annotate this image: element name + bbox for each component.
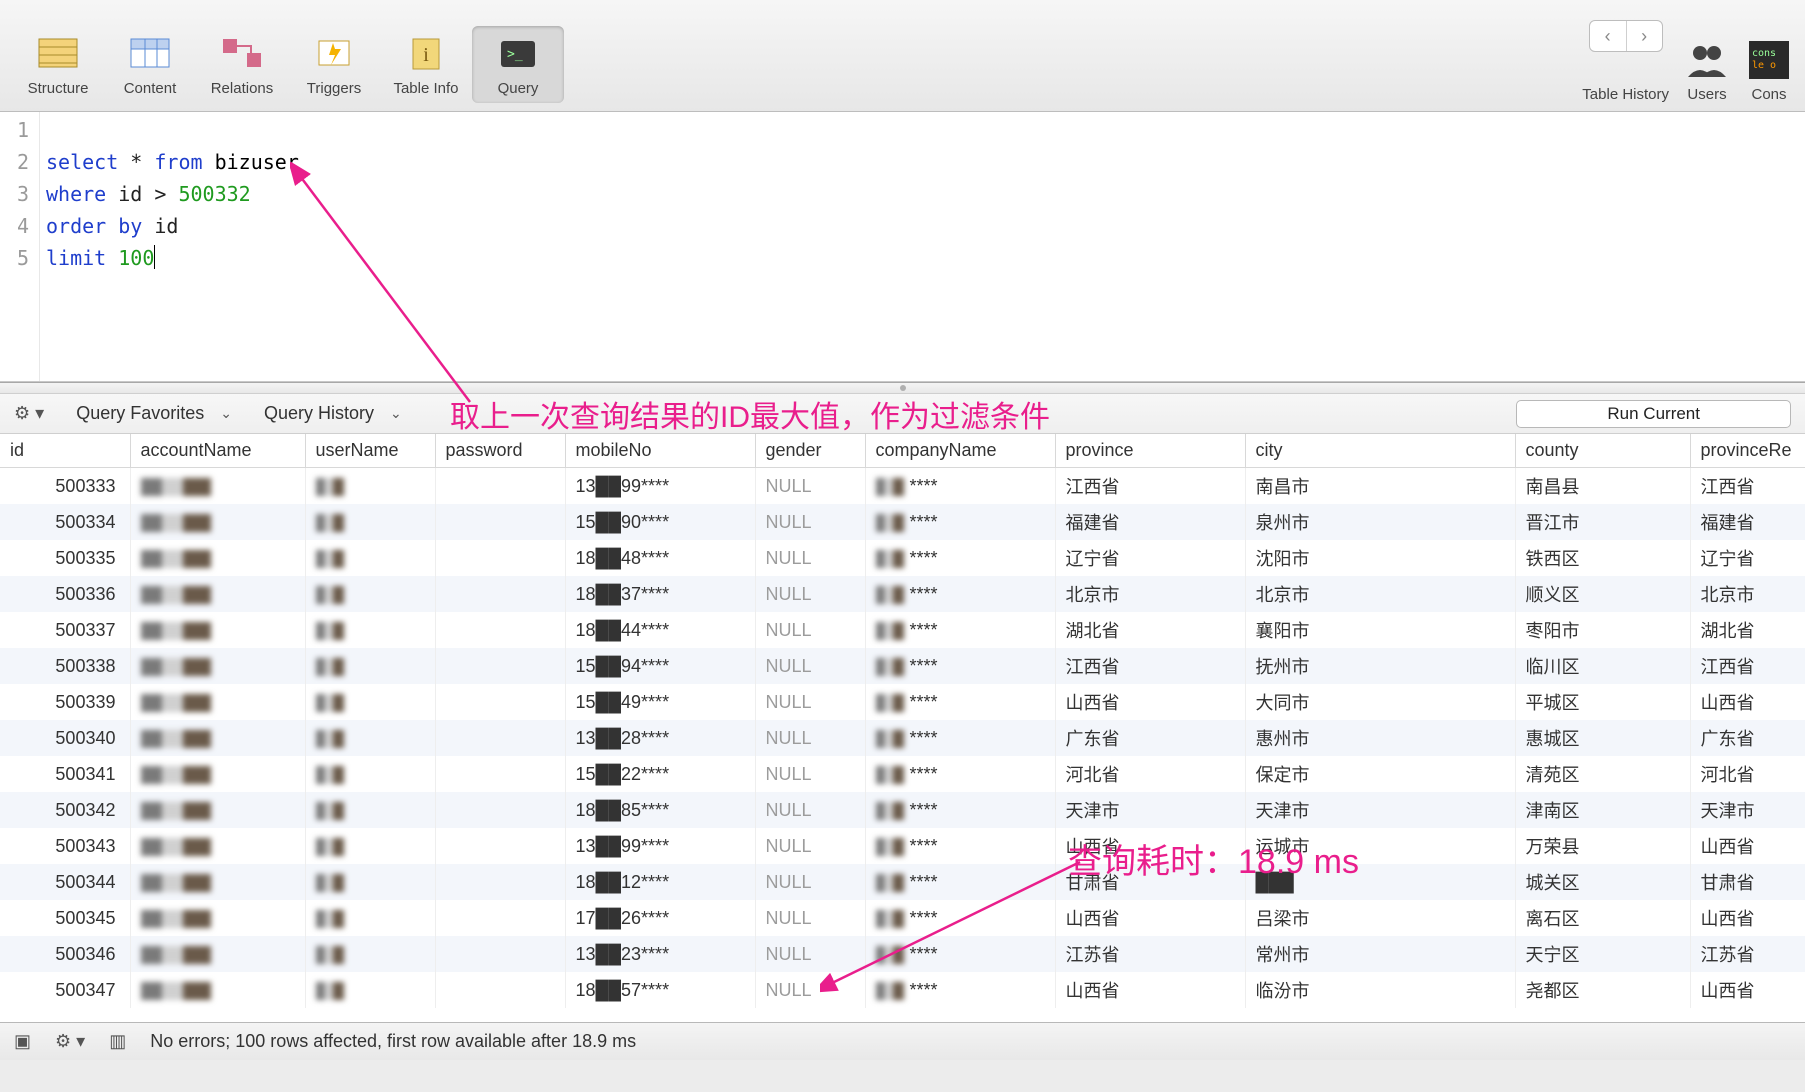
users-icon [1683, 40, 1731, 80]
nav-back-icon[interactable]: ‹ [1590, 21, 1626, 51]
svg-text:cons: cons [1752, 48, 1776, 59]
tab-label: Structure [28, 80, 89, 97]
col-province[interactable]: province [1055, 434, 1245, 468]
table-row[interactable]: 50033313██99****NULL****江西省南昌市南昌县江西省 [0, 468, 1805, 505]
annotation-arrow-1 [290, 162, 490, 422]
query-icon: >_ [495, 32, 541, 74]
line-num: 1 [0, 114, 29, 146]
kw-from: from [154, 150, 202, 174]
annotation-text-2: 查询耗时：18.9 ms [1068, 834, 1359, 883]
console-icon: consle o [1745, 40, 1793, 80]
sql-editor[interactable]: 1 2 3 4 5 select * from bizuser where id … [0, 112, 1805, 382]
table-history-button[interactable]: ‹ › Table History [1582, 20, 1669, 103]
kw-orderby: order by [46, 214, 142, 238]
console-label: Cons [1751, 86, 1786, 103]
tab-label: Table Info [393, 80, 458, 97]
tab-label: Triggers [307, 80, 361, 97]
nav-arrows: ‹ › [1589, 20, 1663, 52]
main-toolbar: Structure Content Relations Triggers i T… [0, 0, 1805, 112]
sql-text: bizuser [203, 150, 299, 174]
table-row[interactable]: 50033518██48****NULL****辽宁省沈阳市铁西区辽宁省 [0, 540, 1805, 576]
tab-query[interactable]: >_ Query [472, 26, 564, 103]
svg-text:le o: le o [1752, 60, 1776, 71]
layout-icon[interactable]: ▥ [109, 1031, 126, 1052]
annotation-arrow-2 [820, 854, 1100, 994]
tab-structure[interactable]: Structure [12, 26, 104, 103]
kw-select: select [46, 150, 118, 174]
table-row[interactable]: 50034115██22****NULL****河北省保定市清苑区河北省 [0, 756, 1805, 792]
table-row[interactable]: 50033815██94****NULL****江西省抚州市临川区江西省 [0, 648, 1805, 684]
tab-group: Structure Content Relations Triggers i T… [12, 26, 564, 103]
chevron-down-icon: ⌄ [220, 405, 232, 422]
tab-label: Query [498, 80, 539, 97]
line-gutter: 1 2 3 4 5 [0, 112, 40, 381]
tab-relations[interactable]: Relations [196, 26, 288, 103]
svg-text:i: i [423, 44, 429, 66]
tab-label: Relations [211, 80, 274, 97]
kw-where: where [46, 182, 106, 206]
toolbar-right: ‹ › Table History Users consle o Cons [1582, 20, 1793, 103]
svg-text:>_: >_ [507, 47, 523, 62]
line-num: 4 [0, 210, 29, 242]
structure-icon [35, 32, 81, 74]
status-bar: ▣ ⚙︎ ▾ ▥ No errors; 100 rows affected, f… [0, 1022, 1805, 1060]
users-label: Users [1687, 86, 1726, 103]
console-button[interactable]: consle o Cons [1745, 40, 1793, 103]
table-history-label: Table History [1582, 86, 1669, 103]
code-area[interactable]: select * from bizuser where id > 500332 or… [40, 112, 299, 381]
table-row[interactable]: 50033718██44****NULL****湖北省襄阳市枣阳市湖北省 [0, 612, 1805, 648]
panel-icon[interactable]: ▣ [14, 1031, 31, 1052]
col-provinceRe[interactable]: provinceRe [1690, 434, 1805, 468]
line-num: 2 [0, 146, 29, 178]
col-mobileNo[interactable]: mobileNo [565, 434, 755, 468]
gear-icon[interactable]: ⚙︎ ▾ [14, 403, 44, 424]
users-button[interactable]: Users [1683, 40, 1731, 103]
sql-text: * [118, 150, 154, 174]
col-id[interactable]: id [0, 434, 130, 468]
grip-icon [900, 385, 906, 391]
sql-number: 100 [106, 246, 154, 270]
line-num: 5 [0, 242, 29, 274]
table-row[interactable]: 50033415██90****NULL****福建省泉州市晋江市福建省 [0, 504, 1805, 540]
col-city[interactable]: city [1245, 434, 1515, 468]
col-gender[interactable]: gender [755, 434, 865, 468]
sql-text: id > [106, 182, 178, 206]
table-row[interactable]: 50033915██49****NULL****山西省大同市平城区山西省 [0, 684, 1805, 720]
sql-text: id [142, 214, 178, 238]
col-county[interactable]: county [1515, 434, 1690, 468]
query-favorites-dropdown[interactable]: Query Favorites ⌄ [76, 403, 232, 424]
col-userName[interactable]: userName [305, 434, 435, 468]
gear-icon[interactable]: ⚙︎ ▾ [55, 1031, 85, 1052]
annotation-text-1: 取上一次查询结果的ID最大值，作为过滤条件 [450, 392, 1050, 436]
relations-icon [219, 32, 265, 74]
triggers-icon [311, 32, 357, 74]
tab-triggers[interactable]: Triggers [288, 26, 380, 103]
tab-table-info[interactable]: i Table Info [380, 26, 472, 103]
results-pane: idaccountNameuserNamepasswordmobileNogen… [0, 434, 1805, 1022]
header-row: idaccountNameuserNamepasswordmobileNogen… [0, 434, 1805, 468]
table-row[interactable]: 50033618██37****NULL****北京市北京市顺义区北京市 [0, 576, 1805, 612]
col-accountName[interactable]: accountName [130, 434, 305, 468]
text-cursor [154, 245, 155, 269]
table-row[interactable]: 50034218██85****NULL****天津市天津市津南区天津市 [0, 792, 1805, 828]
col-companyName[interactable]: companyName [865, 434, 1055, 468]
sql-number: 500332 [178, 182, 250, 206]
table-row[interactable]: 50034013██28****NULL****广东省惠州市惠城区广东省 [0, 720, 1805, 756]
col-password[interactable]: password [435, 434, 565, 468]
tab-label: Content [124, 80, 177, 97]
tab-content[interactable]: Content [104, 26, 196, 103]
run-current-button[interactable]: Run Current [1516, 400, 1791, 428]
kw-limit: limit [46, 246, 106, 270]
query-favorites-label: Query Favorites [76, 403, 204, 424]
nav-forward-icon[interactable]: › [1626, 21, 1662, 51]
status-text: No errors; 100 rows affected, first row … [150, 1031, 636, 1052]
table-info-icon: i [403, 32, 449, 74]
content-icon [127, 32, 173, 74]
line-num: 3 [0, 178, 29, 210]
